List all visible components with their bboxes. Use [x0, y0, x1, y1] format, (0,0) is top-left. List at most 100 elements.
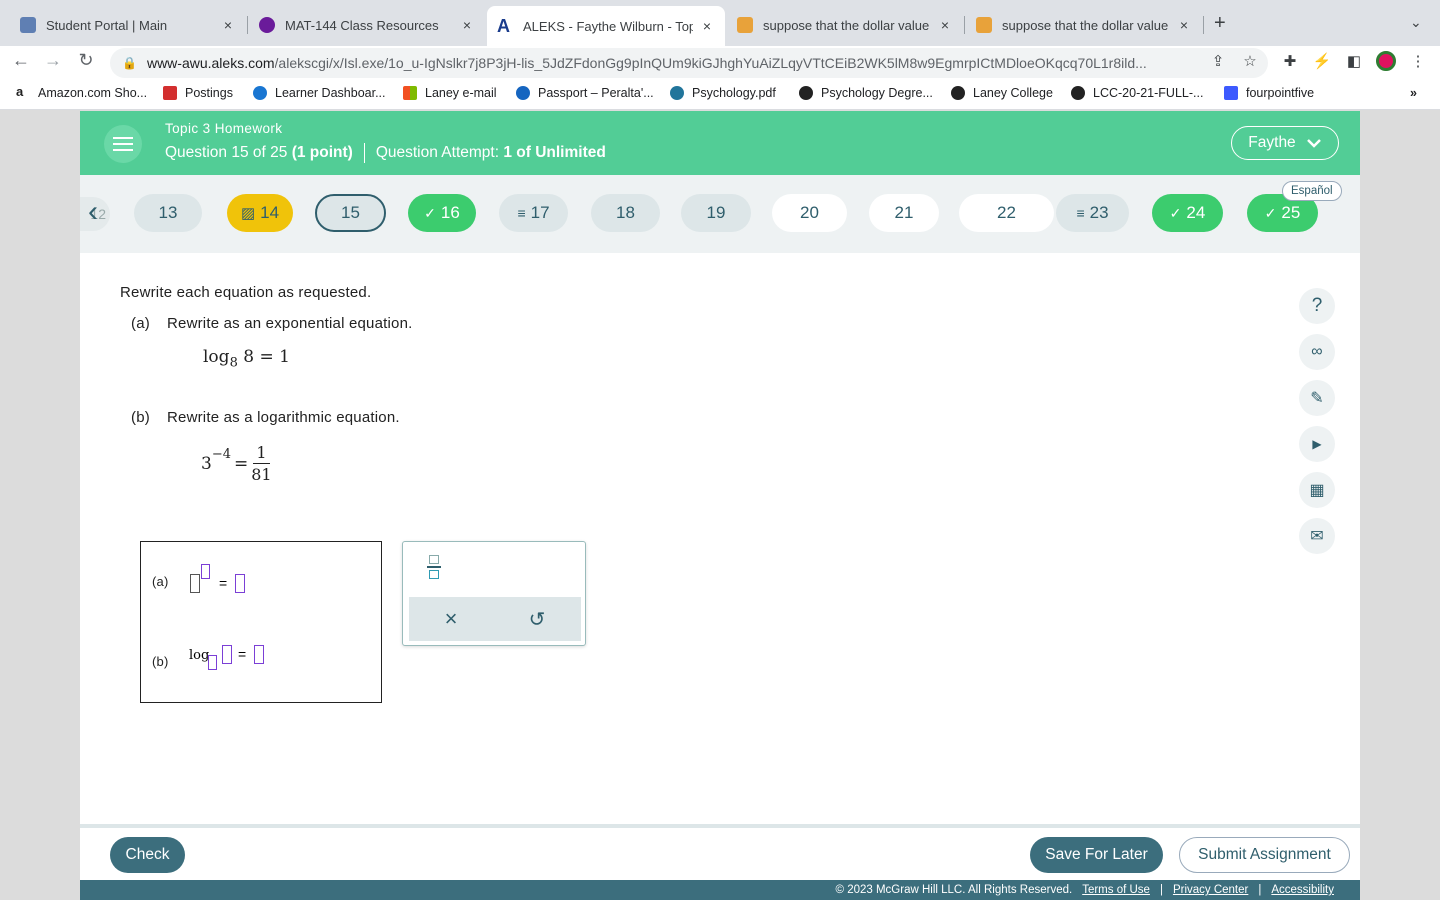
mail-icon[interactable]: ✉ — [1299, 518, 1335, 554]
extension-icon[interactable]: ⚡ — [1312, 52, 1332, 70]
profile-avatar[interactable] — [1376, 51, 1396, 75]
browser-tab[interactable]: Student Portal | Main × — [10, 8, 246, 42]
bookmark-laney-college[interactable]: Laney College — [951, 86, 1053, 100]
bookmark-amazon[interactable]: a Amazon.com Sho... — [16, 85, 147, 100]
question-13[interactable]: 13 — [134, 194, 202, 232]
help-icon[interactable]: ? — [1299, 288, 1335, 324]
bookmark-psychology-degree[interactable]: Psychology Degre... — [799, 86, 933, 100]
answer-a-exponent-input[interactable] — [201, 564, 210, 579]
clear-icon[interactable]: × — [445, 606, 458, 632]
question-16[interactable]: ✓ 16 — [408, 194, 476, 232]
chevron-left-icon[interactable]: ‹ — [88, 195, 98, 229]
question-navigation: 12 ‹ 13 ▨ 14 15 ✓ 16 ≡ 17 18 19 20 21 22 ≡ 2… — [80, 175, 1360, 253]
bookmark-label: Learner Dashboar... — [275, 86, 386, 100]
calculator-icon[interactable]: ▦ — [1299, 472, 1335, 508]
question-num: 15 — [341, 203, 360, 222]
url-domain: www-awu.aleks.com — [146, 55, 275, 71]
class-resources-icon — [259, 17, 275, 33]
question-points: (1 point) — [291, 144, 353, 161]
question-num: 16 — [440, 203, 460, 222]
video-icon[interactable]: ▶ — [1299, 426, 1335, 462]
close-icon[interactable]: × — [699, 18, 715, 34]
share-icon[interactable]: ⇪ — [1208, 52, 1228, 70]
close-icon[interactable]: × — [220, 17, 236, 33]
aleks-page: Topic 3 Homework Question 15 of 25 (1 po… — [80, 111, 1360, 900]
question-22[interactable]: 22 — [959, 194, 1054, 232]
tab-separator — [964, 16, 965, 34]
bookmark-label: fourpointfive — [1246, 86, 1315, 100]
bookmark-label: Psychology.pdf — [692, 86, 776, 100]
extensions-icon[interactable]: ✚ — [1280, 52, 1300, 70]
close-icon[interactable]: × — [459, 17, 475, 33]
globe-icon — [951, 86, 965, 100]
privacy-link[interactable]: Privacy Center — [1173, 884, 1248, 896]
browser-tab[interactable]: MAT-144 Class Resources × — [249, 8, 485, 42]
question-20[interactable]: 20 — [772, 194, 847, 232]
question-14[interactable]: ▨ 14 — [227, 194, 293, 232]
browser-tab[interactable]: suppose that the dollar value v × — [966, 8, 1202, 42]
question-num: 22 — [997, 203, 1016, 222]
check-button[interactable]: Check — [110, 837, 185, 873]
palette-toolbar: × ↺ — [409, 597, 581, 641]
question-num: 21 — [894, 203, 914, 222]
question-17[interactable]: ≡ 17 — [499, 194, 568, 232]
close-icon[interactable]: × — [1176, 17, 1192, 33]
undo-icon[interactable]: ↺ — [529, 607, 546, 632]
star-icon[interactable]: ☆ — [1240, 52, 1260, 70]
question-24[interactable]: ✓ 24 — [1152, 194, 1223, 232]
reload-icon[interactable]: ↻ — [73, 50, 99, 71]
exponent: −4 — [211, 446, 231, 462]
tab-label: suppose that the dollar value v — [763, 17, 931, 33]
espanol-button[interactable]: Español — [1282, 181, 1342, 201]
divider — [363, 143, 365, 163]
chevron-down-icon[interactable]: ⌄ — [1410, 14, 1422, 31]
question-21[interactable]: 21 — [869, 194, 939, 232]
question-19[interactable]: 19 — [681, 194, 751, 232]
log-base: 8 — [229, 355, 238, 371]
question-num: 18 — [616, 203, 635, 222]
fraction-icon[interactable] — [427, 555, 441, 579]
topic-title: Topic 3 Homework — [165, 121, 283, 136]
user-menu-button[interactable]: Faythe — [1231, 126, 1339, 160]
menu-icon[interactable] — [104, 125, 142, 163]
accessibility-link[interactable]: Accessibility — [1271, 884, 1334, 896]
answer-a-result-input[interactable] — [235, 574, 245, 593]
footer-sep: | — [1258, 884, 1262, 896]
assignment-header: Topic 3 Homework Question 15 of 25 (1 po… — [80, 111, 1360, 175]
log-text: log — [203, 347, 230, 367]
answer-b-argument-input[interactable] — [222, 645, 232, 664]
kebab-menu-icon[interactable]: ⋮ — [1408, 52, 1428, 70]
question-23[interactable]: ≡ 23 — [1056, 194, 1129, 232]
browser-tab-active[interactable]: A ALEKS - Faythe Wilburn - Topic × — [487, 6, 725, 46]
save-for-later-button[interactable]: Save For Later — [1030, 837, 1163, 873]
bookmark-fourpointfive[interactable]: fourpointfive — [1224, 86, 1314, 100]
globe-icon — [1071, 86, 1085, 100]
answer-b-result-input[interactable] — [254, 645, 264, 664]
part-b-text: Rewrite as a logarithmic equation. — [167, 409, 400, 426]
bookmark-passport[interactable]: Passport – Peralta'... — [516, 86, 654, 100]
answer-a-base-input[interactable] — [190, 574, 200, 593]
close-icon[interactable]: × — [937, 17, 953, 33]
terms-link[interactable]: Terms of Use — [1082, 884, 1150, 896]
browser-tab[interactable]: suppose that the dollar value v × — [727, 8, 963, 42]
glasses-icon[interactable]: ∞ — [1299, 334, 1335, 370]
back-arrow-icon[interactable]: ← — [8, 50, 34, 71]
bookmark-lcc[interactable]: LCC-20-21-FULL-... — [1071, 86, 1203, 100]
url-field[interactable]: 🔒 www-awu.aleks.com/alekscgi/x/Isl.exe/1… — [110, 48, 1268, 78]
bookmark-postings[interactable]: Postings — [163, 86, 233, 100]
bookmark-psychology-pdf[interactable]: Psychology.pdf — [670, 86, 776, 100]
side-panel-icon[interactable]: ◧ — [1344, 52, 1364, 70]
question-15-current[interactable]: 15 — [315, 194, 386, 232]
submit-assignment-button[interactable]: Submit Assignment — [1179, 837, 1350, 873]
question-number: Question 15 of 25 — [165, 144, 288, 161]
bookmark-learner-dashboard[interactable]: Learner Dashboar... — [253, 86, 386, 100]
notes-icon[interactable]: ✎ — [1299, 380, 1335, 416]
partial-icon: ▨ — [240, 205, 256, 222]
bookmark-laney-email[interactable]: Laney e-mail — [403, 86, 497, 100]
part-b-label: (b) — [131, 409, 150, 426]
forward-arrow-icon[interactable]: → — [40, 50, 66, 71]
answer-b-base-input[interactable] — [208, 655, 217, 670]
new-tab-button[interactable]: + — [1214, 12, 1226, 35]
question-18[interactable]: 18 — [591, 194, 660, 232]
more-bookmarks-button[interactable]: » — [1410, 86, 1417, 100]
